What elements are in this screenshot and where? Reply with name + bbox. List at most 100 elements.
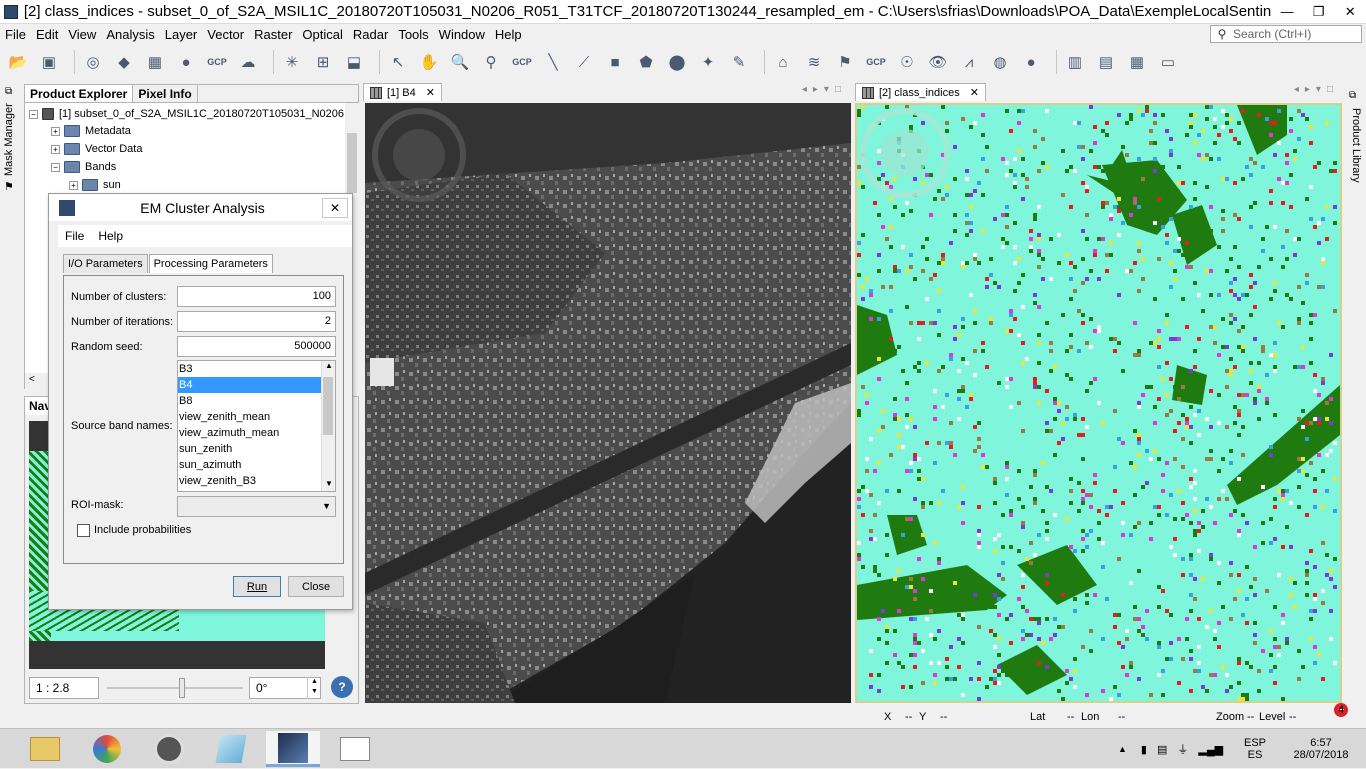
- collapse-icon[interactable]: −: [51, 162, 60, 172]
- band-item[interactable]: view_zenith_B3: [178, 473, 335, 489]
- clock[interactable]: 6:57 28/07/2018: [1293, 729, 1348, 769]
- tab-nav-controls[interactable]: ◂▸▾□: [1294, 84, 1339, 95]
- tray-battery-icon[interactable]: ▮: [1141, 743, 1147, 756]
- menu-edit[interactable]: Edit: [31, 27, 63, 42]
- pin-placing-icon[interactable]: ⚲: [479, 50, 503, 74]
- sphere-icon[interactable]: ●: [1019, 50, 1043, 74]
- num-iterations-input[interactable]: 2: [177, 311, 336, 332]
- zoom-slider-handle[interactable]: [179, 678, 185, 698]
- roi-mask-select[interactable]: ▼: [177, 496, 336, 517]
- close-button[interactable]: Close: [288, 576, 344, 597]
- close-tab-icon[interactable]: ✕: [426, 86, 435, 99]
- band-list-scrollbar[interactable]: ▲ ▼: [321, 361, 335, 491]
- dialog-menu-file[interactable]: File: [58, 229, 91, 243]
- grid-tool-icon[interactable]: ▦: [143, 50, 167, 74]
- file-explorer-icon[interactable]: [18, 731, 72, 767]
- import-tool-icon[interactable]: ◆: [112, 50, 136, 74]
- select-tool-icon[interactable]: ↖: [386, 50, 410, 74]
- menu-raster[interactable]: Raster: [249, 27, 297, 42]
- ellipse-draw-icon[interactable]: ⬤: [665, 50, 689, 74]
- open-product-icon[interactable]: 📂: [6, 50, 30, 74]
- tree-vector-data-row[interactable]: + Vector Data: [51, 140, 142, 158]
- eye-icon[interactable]: 👁: [926, 50, 950, 74]
- browser-icon[interactable]: [142, 731, 196, 767]
- source-bands-list[interactable]: B3 B4 B8 view_zenith_mean view_azimuth_m…: [177, 360, 336, 492]
- paint-icon[interactable]: [80, 731, 134, 767]
- tab-processing-parameters[interactable]: Processing Parameters: [148, 254, 273, 273]
- band-item[interactable]: view_zenith_mean: [178, 409, 335, 425]
- tree-product-row[interactable]: − [1] subset_0_of_S2A_MSIL1C_20180720T10…: [29, 105, 344, 123]
- restore-icon[interactable]: ⧉: [1349, 90, 1356, 101]
- spectrum-icon[interactable]: ⩘: [957, 50, 981, 74]
- menu-vector[interactable]: Vector: [202, 27, 249, 42]
- pixel-info-icon[interactable]: ☉: [895, 50, 919, 74]
- random-seed-input[interactable]: 500000: [177, 336, 336, 357]
- expand-icon[interactable]: +: [51, 144, 60, 154]
- rectangle-draw-icon[interactable]: ■: [603, 50, 627, 74]
- scrollbar-thumb[interactable]: [347, 133, 357, 193]
- gcp-tool-icon[interactable]: GCP: [205, 50, 229, 74]
- pin-manager-icon[interactable]: ⌂: [771, 50, 795, 74]
- rotation-spinner[interactable]: ▲ ▼: [307, 677, 321, 699]
- band-item[interactable]: sun_zenith: [178, 441, 335, 457]
- collapse-icon[interactable]: −: [29, 109, 38, 119]
- tile-horizontal-icon[interactable]: ▥: [1063, 50, 1087, 74]
- restore-icon[interactable]: ⧉: [5, 86, 12, 97]
- menu-layer[interactable]: Layer: [160, 27, 203, 42]
- expand-icon[interactable]: +: [51, 126, 60, 136]
- mask-tool-icon[interactable]: ◎: [81, 50, 105, 74]
- tree-sun-row[interactable]: + sun: [69, 176, 121, 194]
- tab-product-explorer[interactable]: Product Explorer: [25, 85, 134, 102]
- batch-processing-icon[interactable]: ⊞: [311, 50, 335, 74]
- mask-manager-tab[interactable]: Mask Manager: [3, 103, 15, 176]
- band-item[interactable]: B8: [178, 393, 335, 409]
- maximize-button[interactable]: ❐: [1303, 0, 1335, 24]
- menu-tools[interactable]: Tools: [393, 27, 433, 42]
- tile-vertical-icon[interactable]: ▤: [1094, 50, 1118, 74]
- expand-icon[interactable]: +: [69, 180, 78, 190]
- zoom-tool-icon[interactable]: 🔍: [448, 50, 472, 74]
- include-probabilities-checkbox[interactable]: [77, 524, 90, 537]
- band-item-selected[interactable]: B4: [178, 377, 335, 393]
- tray-signal-icon[interactable]: ▂▄▆: [1198, 743, 1223, 756]
- tray-usb-icon[interactable]: ⏚: [1177, 741, 1188, 757]
- notes-icon[interactable]: [204, 731, 258, 767]
- tab-view-b4[interactable]: [1] B4 ✕: [363, 83, 442, 101]
- menu-file[interactable]: File: [0, 27, 31, 42]
- tile-evenly-icon[interactable]: ▭: [1156, 50, 1180, 74]
- menu-radar[interactable]: Radar: [348, 27, 393, 42]
- mask-manager-icon[interactable]: ⚑: [833, 50, 857, 74]
- run-button[interactable]: Run: [233, 576, 281, 597]
- snap-taskbar-icon[interactable]: [266, 731, 320, 767]
- save-product-icon[interactable]: ▣: [37, 50, 61, 74]
- tree-bands-row[interactable]: − Bands: [51, 158, 116, 176]
- scroll-left-icon[interactable]: <: [29, 374, 35, 385]
- menu-optical[interactable]: Optical: [297, 27, 347, 42]
- range-finder-icon[interactable]: ✎: [727, 50, 751, 74]
- world-map-icon[interactable]: ⬓: [342, 50, 366, 74]
- gcp-manager-icon[interactable]: GCP: [864, 50, 888, 74]
- tray-device-icon[interactable]: ▤: [1157, 743, 1167, 756]
- close-tab-icon[interactable]: ✕: [970, 86, 979, 99]
- menu-window[interactable]: Window: [434, 27, 490, 42]
- mask-icon[interactable]: ⚑: [4, 180, 14, 193]
- dialog-menu-help[interactable]: Help: [91, 229, 130, 243]
- image-view-class-indices[interactable]: [855, 103, 1342, 703]
- tile-grid-icon[interactable]: ▦: [1125, 50, 1149, 74]
- monitor-icon[interactable]: [328, 731, 382, 767]
- tree-metadata-row[interactable]: + Metadata: [51, 122, 131, 140]
- cloud-tool-icon[interactable]: ☁: [236, 50, 260, 74]
- image-view-b4[interactable]: [365, 103, 851, 703]
- graph-builder-icon[interactable]: ✳: [280, 50, 304, 74]
- line-draw-icon[interactable]: ╲: [541, 50, 565, 74]
- pin-tool-icon[interactable]: ●: [174, 50, 198, 74]
- pan-tool-icon[interactable]: ✋: [417, 50, 441, 74]
- scale-field[interactable]: 1 : 2.8: [29, 677, 99, 699]
- tab-io-parameters[interactable]: I/O Parameters: [63, 254, 148, 273]
- search-box[interactable]: ⚲ Search (Ctrl+I): [1210, 25, 1362, 43]
- tab-view-class-indices[interactable]: [2] class_indices ✕: [855, 83, 986, 101]
- tab-nav-controls[interactable]: ◂▸▾□: [802, 84, 847, 95]
- menu-help[interactable]: Help: [490, 27, 527, 42]
- scroll-down-icon[interactable]: ▼: [325, 479, 333, 488]
- magic-wand-icon[interactable]: ✦: [696, 50, 720, 74]
